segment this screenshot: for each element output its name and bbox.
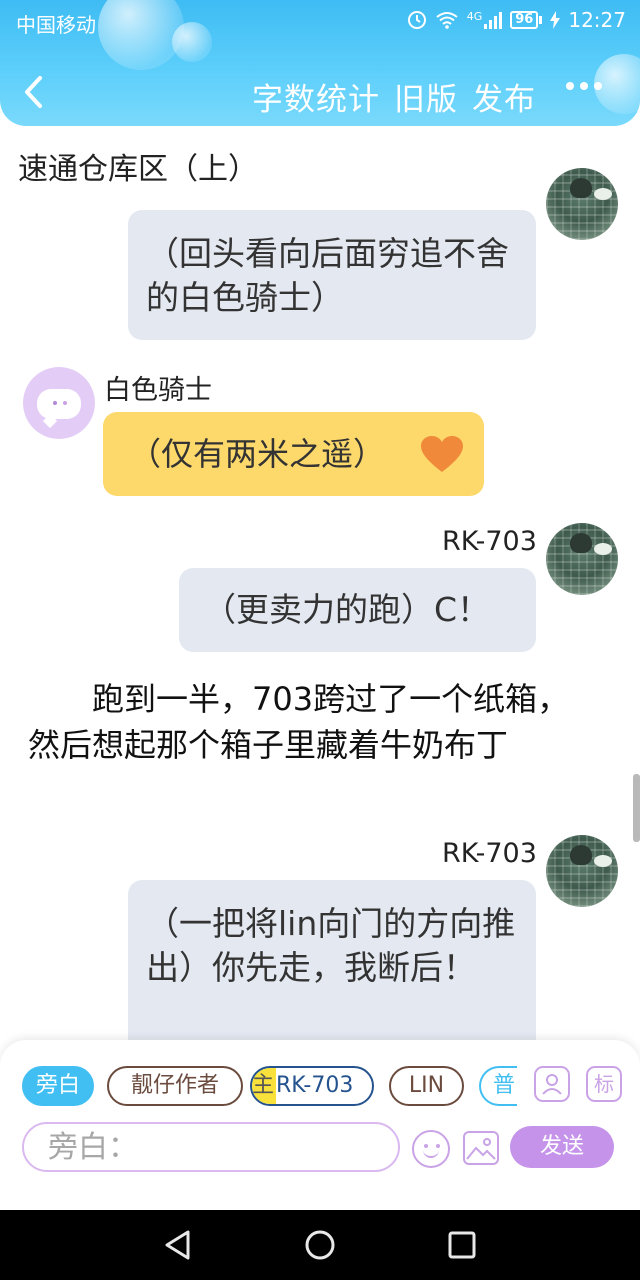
signal-icon xyxy=(484,11,503,29)
scrollbar-thumb[interactable] xyxy=(633,774,640,842)
image-icon[interactable] xyxy=(463,1131,499,1165)
composer-panel: 旁白 靓仔作者 主RK-703 LIN 普 标 发送 xyxy=(0,1040,640,1210)
back-button[interactable] xyxy=(20,74,50,110)
message-input-wrapper xyxy=(22,1122,400,1172)
role-chip-rk703[interactable]: 主RK-703 xyxy=(250,1066,374,1106)
message-input[interactable] xyxy=(24,1124,398,1170)
message-text: （回头看向后面穷追不舍的白色骑士） xyxy=(146,234,509,317)
battery-icon: 96 xyxy=(510,11,543,29)
emoji-icon[interactable] xyxy=(412,1130,450,1168)
clock-label: 12:27 xyxy=(568,8,626,32)
network-type-label: 4G xyxy=(466,9,483,23)
ghost-avatar[interactable] xyxy=(23,367,95,439)
orange-heart-icon xyxy=(421,436,463,472)
speaker-name: RK-703 xyxy=(442,838,537,869)
charging-icon xyxy=(550,11,561,29)
chevron-left-icon xyxy=(25,76,42,108)
speaker-name: RK-703 xyxy=(442,526,537,557)
home-circle-icon[interactable] xyxy=(304,1229,336,1261)
wifi-icon xyxy=(436,12,458,29)
carrier-label: 中国移动 xyxy=(16,13,96,37)
speaker-name: 白色骑士 xyxy=(104,375,212,406)
role-chip-label: RK-703 xyxy=(276,1073,354,1098)
role-chip-more[interactable]: 普 xyxy=(479,1066,517,1106)
battery-level: 96 xyxy=(510,11,539,29)
system-navigation-bar xyxy=(0,1210,640,1280)
status-icons: 4G 96 12:27 xyxy=(407,8,626,32)
message-text: （仅有两米之遥） xyxy=(129,435,386,473)
chapter-title: 速通仓库区（上） xyxy=(18,152,258,187)
back-triangle-icon[interactable] xyxy=(162,1229,192,1261)
message-text: （更卖力的跑）C！ xyxy=(203,590,491,629)
message-text: （一把将lin向门的方向推出）你先走，我断后！ xyxy=(146,904,516,987)
alarm-icon xyxy=(407,11,426,29)
status-bar: 中国移动 4G 96 12:27 xyxy=(0,0,640,44)
message-bubble[interactable]: （回头看向后面穷追不舍的白色骑士） xyxy=(128,210,536,340)
more-options-button[interactable] xyxy=(566,82,602,90)
role-chip-narrator[interactable]: 旁白 xyxy=(22,1066,94,1106)
message-bubble[interactable]: （更卖力的跑）C！ xyxy=(179,568,536,652)
tag-label-button[interactable]: 标 xyxy=(586,1066,622,1102)
publish-button[interactable]: 发布 xyxy=(472,74,536,119)
old-version-button[interactable]: 旧版 xyxy=(394,74,458,119)
app-header: 中国移动 4G 96 12:27 字数统计 旧版 发布 xyxy=(0,0,640,126)
role-chip-lin[interactable]: LIN xyxy=(389,1066,464,1106)
narration-paragraph[interactable]: 跑到一半，703跨过了一个纸箱，然后想起那个箱子里藏着牛奶布丁 xyxy=(28,676,598,768)
navigation-bar: 字数统计 旧版 发布 xyxy=(0,60,640,126)
robot-avatar[interactable] xyxy=(546,835,618,907)
main-role-marker: 主 xyxy=(252,1068,277,1104)
recents-square-icon[interactable] xyxy=(447,1230,477,1260)
robot-avatar[interactable] xyxy=(546,168,618,240)
message-bubble[interactable]: （仅有两米之遥） xyxy=(103,412,484,496)
manage-roles-icon[interactable] xyxy=(534,1066,570,1102)
word-count-button[interactable]: 字数统计 xyxy=(252,74,380,119)
toolbar-actions: 字数统计 旧版 发布 xyxy=(252,74,536,119)
robot-avatar[interactable] xyxy=(546,523,618,595)
send-button[interactable]: 发送 xyxy=(510,1126,614,1168)
role-chip-author[interactable]: 靓仔作者 xyxy=(107,1066,243,1106)
